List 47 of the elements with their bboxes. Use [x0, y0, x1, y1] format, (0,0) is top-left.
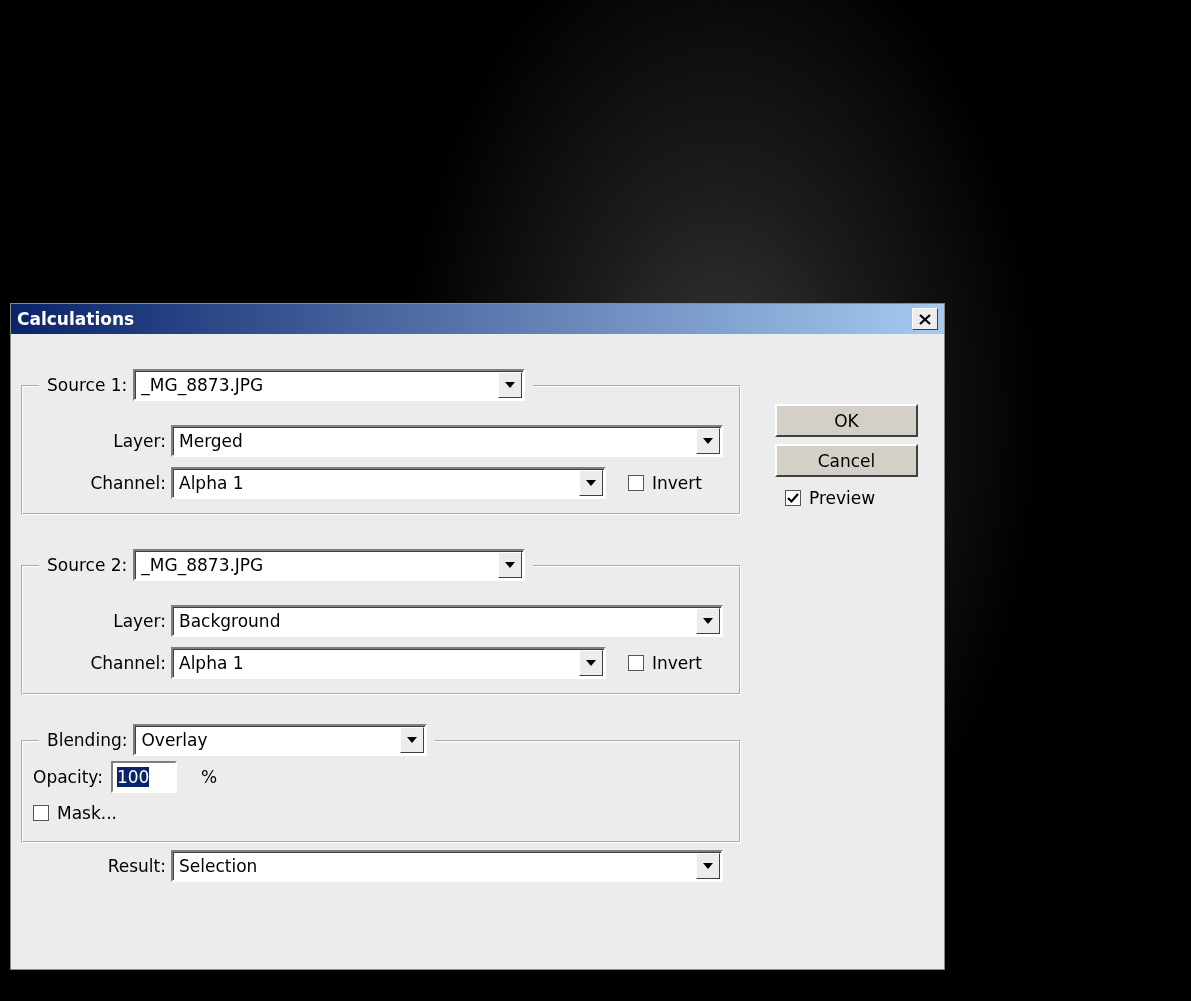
caret-icon	[703, 618, 713, 624]
unit-label: %	[200, 767, 218, 787]
dialog-button[interactable]: OK	[775, 404, 918, 437]
dropdown-arrow-button[interactable]	[696, 428, 720, 454]
close-icon	[919, 313, 931, 325]
dropdown-arrow-button[interactable]	[579, 470, 603, 496]
field-label: Channel:	[89, 653, 166, 673]
caret-icon	[703, 863, 713, 869]
window-title: Calculations	[17, 309, 135, 329]
caret-icon	[407, 737, 418, 743]
opacity-value: 100	[116, 767, 150, 787]
checkbox[interactable]	[33, 805, 49, 821]
caret-icon	[586, 660, 596, 666]
opacity-input-field[interactable]: 100	[110, 761, 177, 793]
dropdown-arrow-button[interactable]	[696, 853, 720, 879]
field-label: Opacity:	[33, 767, 103, 787]
dropdown[interactable]: Overlay	[133, 724, 428, 756]
dropdown[interactable]: Alpha 1	[171, 647, 606, 679]
field-label: Channel:	[89, 473, 166, 493]
group-label: Blending:	[39, 730, 134, 750]
caret-icon	[703, 438, 713, 444]
dropdown-arrow-button[interactable]	[696, 608, 720, 634]
field-label: Result:	[106, 856, 166, 876]
checkbox-label: Invert	[652, 653, 702, 673]
field-label: Layer:	[112, 431, 166, 451]
checkbox-label: Preview	[809, 488, 876, 508]
dropdown[interactable]: Alpha 1	[171, 467, 606, 499]
checkbox[interactable]	[628, 655, 644, 671]
checkbox-label: Invert	[652, 473, 702, 493]
dropdown[interactable]: Background	[171, 605, 723, 637]
close-button[interactable]	[912, 308, 938, 330]
dropdown[interactable]: Merged	[171, 425, 723, 457]
checkbox[interactable]	[628, 475, 644, 491]
dropdown[interactable]: _MG_8873.JPG	[133, 369, 526, 401]
dropdown-arrow-button[interactable]	[400, 727, 425, 753]
dropdown[interactable]: Selection	[171, 850, 723, 882]
field-label: Layer:	[112, 611, 166, 631]
dropdown-arrow-button[interactable]	[498, 372, 523, 398]
checkbox[interactable]	[785, 490, 801, 506]
caret-icon	[505, 562, 516, 568]
dialog-button[interactable]: Cancel	[775, 444, 918, 477]
caret-icon	[505, 382, 516, 388]
checkbox-label: Mask...	[57, 803, 117, 823]
caret-icon	[586, 480, 596, 486]
dropdown-arrow-button[interactable]	[579, 650, 603, 676]
dropdown[interactable]: _MG_8873.JPG	[133, 549, 526, 581]
dropdown-arrow-button[interactable]	[498, 552, 523, 578]
